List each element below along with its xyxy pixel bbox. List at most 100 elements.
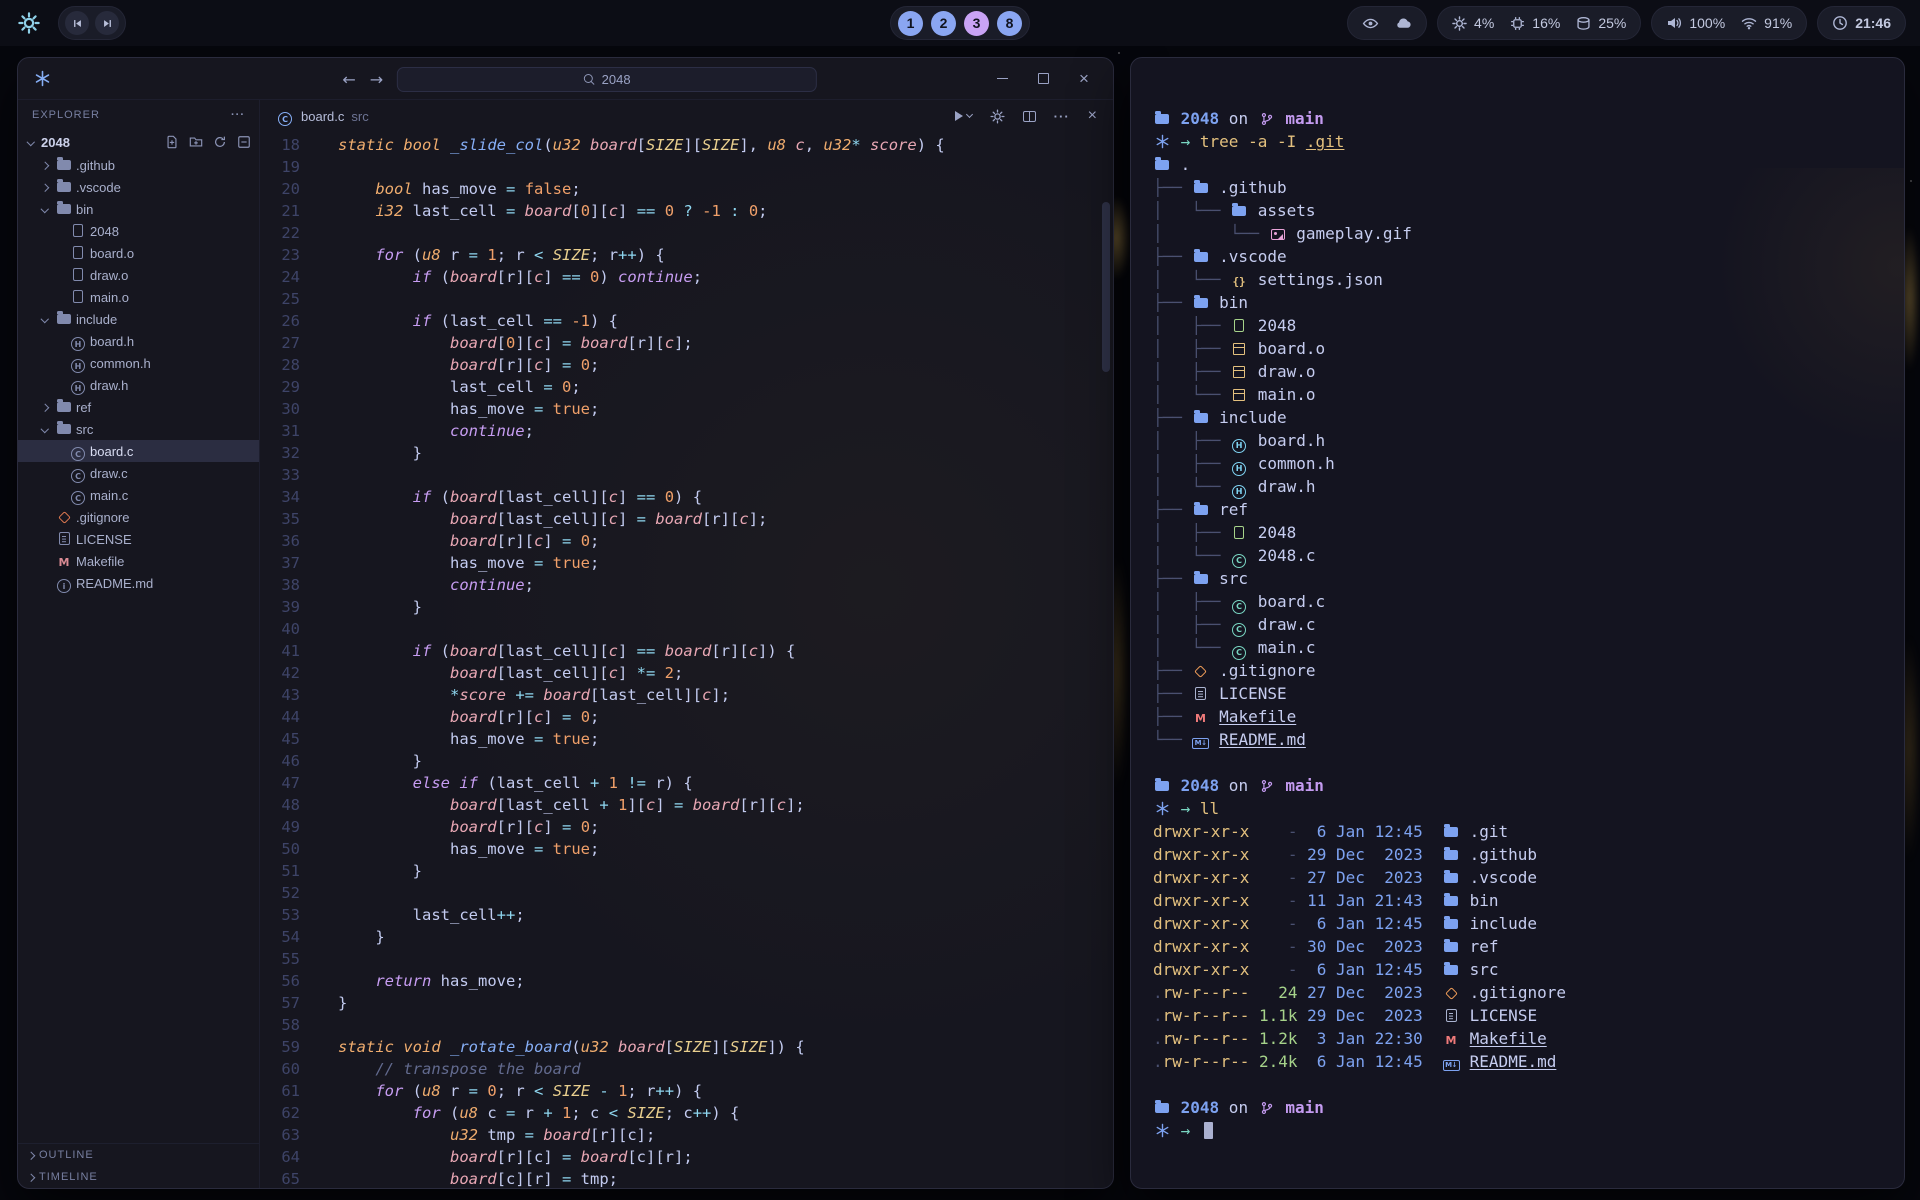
code-line-55[interactable]: 55 <box>260 948 1113 970</box>
outline-panel[interactable]: OUTLINE <box>18 1144 259 1166</box>
terminal-window[interactable]: 2048 on main → tree -a -I .git .├── .git… <box>1130 57 1905 1189</box>
explorer-item-board.o[interactable]: board.o <box>18 242 259 264</box>
code-line-42[interactable]: 42 board[last_cell][c] *= 2; <box>260 662 1113 684</box>
code-line-64[interactable]: 64 board[r][c] = board[c][r]; <box>260 1146 1113 1168</box>
clock-pill[interactable]: 21:46 <box>1817 6 1906 40</box>
close-editor-icon[interactable]: × <box>1088 107 1097 125</box>
code-line-20[interactable]: 20 bool has_move = false; <box>260 178 1113 200</box>
new-file-icon[interactable] <box>165 135 179 149</box>
code-line-36[interactable]: 36 board[r][c] = 0; <box>260 530 1113 552</box>
code-line-24[interactable]: 24 if (board[r][c] == 0) continue; <box>260 266 1113 288</box>
code-line-65[interactable]: 65 board[c][r] = tmp; <box>260 1168 1113 1188</box>
code-line-60[interactable]: 60 // transpose the board <box>260 1058 1113 1080</box>
code-line-49[interactable]: 49 board[r][c] = 0; <box>260 816 1113 838</box>
explorer-item-draw.o[interactable]: draw.o <box>18 264 259 286</box>
code-line-53[interactable]: 53 last_cell++; <box>260 904 1113 926</box>
explorer-item-main.c[interactable]: Cmain.c <box>18 484 259 506</box>
run-file-icon[interactable] <box>955 111 972 121</box>
code-line-47[interactable]: 47 else if (last_cell + 1 != r) { <box>260 772 1113 794</box>
explorer-item-.github[interactable]: .github <box>18 154 259 176</box>
code-line-58[interactable]: 58 <box>260 1014 1113 1036</box>
explorer-item-ref[interactable]: ref <box>18 396 259 418</box>
code-line-35[interactable]: 35 board[last_cell][c] = board[r][c]; <box>260 508 1113 530</box>
code-line-30[interactable]: 30 has_move = true; <box>260 398 1113 420</box>
code-line-27[interactable]: 27 board[0][c] = board[r][c]; <box>260 332 1113 354</box>
code-line-57[interactable]: 57} <box>260 992 1113 1014</box>
chevron-down-icon[interactable] <box>40 204 51 214</box>
code-line-63[interactable]: 63 u32 tmp = board[r][c]; <box>260 1124 1113 1146</box>
code-line-29[interactable]: 29 last_cell = 0; <box>260 376 1113 398</box>
chevron-right-icon[interactable] <box>40 182 51 192</box>
code-line-22[interactable]: 22 <box>260 222 1113 244</box>
workspace-2[interactable]: 2 <box>931 11 956 36</box>
nav-forward-icon[interactable]: → <box>370 70 383 89</box>
chevron-down-icon[interactable] <box>40 424 51 434</box>
code-line-61[interactable]: 61 for (u8 r = 0; r < SIZE - 1; r++) { <box>260 1080 1113 1102</box>
code-line-39[interactable]: 39 } <box>260 596 1113 618</box>
explorer-header[interactable]: EXPLORER ··· <box>18 100 259 130</box>
explorer-item-LICENSE[interactable]: LICENSE <box>18 528 259 550</box>
code-line-52[interactable]: 52 <box>260 882 1113 904</box>
code-line-59[interactable]: 59static void _rotate_board(u32 board[SI… <box>260 1036 1113 1058</box>
code-line-32[interactable]: 32 } <box>260 442 1113 464</box>
explorer-item-2048[interactable]: 2048 <box>18 220 259 242</box>
code-line-44[interactable]: 44 board[r][c] = 0; <box>260 706 1113 728</box>
refresh-icon[interactable] <box>213 135 227 149</box>
more-actions-icon[interactable]: ··· <box>1054 109 1070 124</box>
code-line-51[interactable]: 51 } <box>260 860 1113 882</box>
nav-back-icon[interactable]: ← <box>342 70 355 89</box>
explorer-item-include[interactable]: include <box>18 308 259 330</box>
code-line-18[interactable]: 18static bool _slide_col(u32 board[SIZE]… <box>260 134 1113 156</box>
code-line-26[interactable]: 26 if (last_cell == -1) { <box>260 310 1113 332</box>
code-line-46[interactable]: 46 } <box>260 750 1113 772</box>
explorer-item-bin[interactable]: bin <box>18 198 259 220</box>
code-line-19[interactable]: 19 <box>260 156 1113 178</box>
explorer-item-board.c[interactable]: Cboard.c <box>18 440 259 462</box>
explorer-item-.vscode[interactable]: .vscode <box>18 176 259 198</box>
launcher-logo-icon[interactable] <box>16 10 42 36</box>
chevron-down-icon[interactable] <box>40 314 51 324</box>
maximize-button[interactable] <box>1036 72 1050 86</box>
explorer-item-draw.h[interactable]: Hdraw.h <box>18 374 259 396</box>
explorer-root-folder[interactable]: 2048 <box>18 130 259 154</box>
code-line-28[interactable]: 28 board[r][c] = 0; <box>260 354 1113 376</box>
code-line-25[interactable]: 25 <box>260 288 1113 310</box>
code-line-54[interactable]: 54 } <box>260 926 1113 948</box>
explorer-item-board.h[interactable]: Hboard.h <box>18 330 259 352</box>
explorer-more-icon[interactable]: ··· <box>231 109 245 121</box>
code-line-43[interactable]: 43 *score += board[last_cell][c]; <box>260 684 1113 706</box>
code-line-40[interactable]: 40 <box>260 618 1113 640</box>
wifi-stat[interactable]: 91% <box>1741 15 1792 31</box>
editor-scrollbar[interactable] <box>1102 202 1110 372</box>
code-line-23[interactable]: 23 for (u8 r = 1; r < SIZE; r++) { <box>260 244 1113 266</box>
cloud-icon[interactable] <box>1395 15 1412 32</box>
command-center-search[interactable]: 2048 <box>397 67 817 92</box>
settings-gear-icon[interactable] <box>990 109 1005 124</box>
media-next-icon[interactable] <box>95 11 119 35</box>
chevron-right-icon[interactable] <box>40 160 51 170</box>
new-folder-icon[interactable] <box>189 135 203 149</box>
explorer-item-src[interactable]: src <box>18 418 259 440</box>
code-line-33[interactable]: 33 <box>260 464 1113 486</box>
media-prev-icon[interactable] <box>65 11 89 35</box>
workspace-3[interactable]: 3 <box>964 11 989 36</box>
close-button[interactable]: × <box>1077 72 1091 86</box>
code-editor[interactable]: 18static bool _slide_col(u32 board[SIZE]… <box>260 132 1113 1188</box>
vscode-titlebar[interactable]: ← → 2048 × <box>18 58 1113 100</box>
timeline-panel[interactable]: TIMELINE <box>18 1166 259 1188</box>
explorer-item-README.md[interactable]: iREADME.md <box>18 572 259 594</box>
code-line-41[interactable]: 41 if (board[last_cell][c] == board[r][c… <box>260 640 1113 662</box>
chevron-right-icon[interactable] <box>40 402 51 412</box>
code-line-31[interactable]: 31 continue; <box>260 420 1113 442</box>
code-line-48[interactable]: 48 board[last_cell + 1][c] = board[r][c]… <box>260 794 1113 816</box>
code-line-50[interactable]: 50 has_move = true; <box>260 838 1113 860</box>
code-line-37[interactable]: 37 has_move = true; <box>260 552 1113 574</box>
explorer-item-draw.c[interactable]: Cdraw.c <box>18 462 259 484</box>
collapse-all-icon[interactable] <box>237 135 251 149</box>
explorer-item-Makefile[interactable]: MMakefile <box>18 550 259 572</box>
code-line-34[interactable]: 34 if (board[last_cell][c] == 0) { <box>260 486 1113 508</box>
volume-stat[interactable]: 100% <box>1666 15 1725 31</box>
code-line-21[interactable]: 21 i32 last_cell = board[0][c] == 0 ? -1… <box>260 200 1113 222</box>
breadcrumb-path[interactable]: src <box>351 109 368 124</box>
minimize-button[interactable] <box>995 72 1009 86</box>
